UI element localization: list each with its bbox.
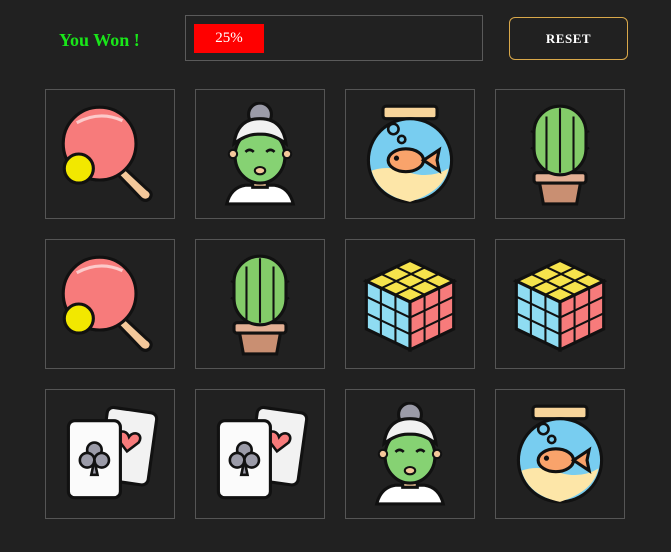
memory-card[interactable] [45,239,175,369]
cactus-icon [508,102,612,206]
rubiks-cube-icon [358,252,462,356]
reset-button[interactable]: RESET [509,17,628,60]
ping-pong-paddle-icon [58,102,162,206]
memory-card[interactable] [195,239,325,369]
memory-card[interactable] [495,239,625,369]
memory-card[interactable] [345,239,475,369]
fishbowl-icon [358,102,462,206]
cactus-icon [208,252,312,356]
ping-pong-paddle-icon [58,252,162,356]
playing-cards-icon [58,402,162,506]
rubiks-cube-icon [508,252,612,356]
progress-fill: 25% [194,24,264,53]
memory-card[interactable] [495,389,625,519]
memory-card[interactable] [195,89,325,219]
game-status-message: You Won ! [59,30,140,50]
progress-bar: 25% [185,15,483,61]
playing-cards-icon [208,402,312,506]
face-mask-woman-icon [358,402,462,506]
memory-card[interactable] [345,89,475,219]
memory-card[interactable] [195,389,325,519]
memory-card[interactable] [495,89,625,219]
card-grid [45,89,625,519]
memory-card[interactable] [345,389,475,519]
fishbowl-icon [508,402,612,506]
memory-card[interactable] [45,389,175,519]
memory-card[interactable] [45,89,175,219]
face-mask-woman-icon [208,102,312,206]
